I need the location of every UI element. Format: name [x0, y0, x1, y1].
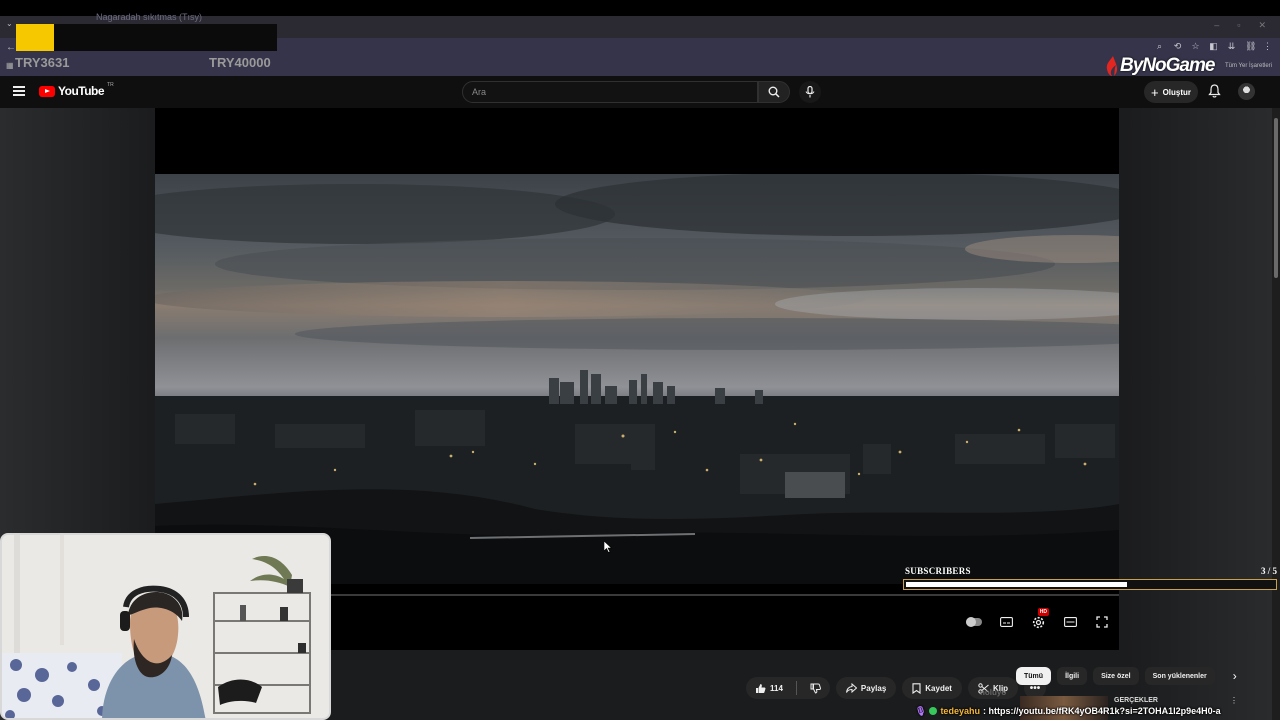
- gear-icon: [1032, 616, 1044, 628]
- mic-badge-icon: 🎙: [915, 705, 927, 716]
- cityscape-image: [155, 174, 1119, 584]
- hamburger-menu-icon[interactable]: [13, 86, 25, 96]
- close-window-button[interactable]: ✕: [1258, 20, 1266, 31]
- menu-icon[interactable]: ⋮: [1263, 41, 1272, 52]
- tab-list-chevron-icon[interactable]: ⌄: [6, 19, 13, 28]
- search-icon: [768, 86, 780, 98]
- subscribers-goal-label: SUBSCRIBERS: [905, 566, 971, 576]
- create-button[interactable]: + Oluştur: [1144, 81, 1198, 103]
- donation-alert-box: [16, 24, 54, 51]
- subscribers-goal-widget: SUBSCRIBERS 3 / 5: [903, 566, 1277, 592]
- thumbs-down-icon: [810, 683, 821, 694]
- subscribers-goal-fill: [906, 582, 1127, 587]
- fullscreen-icon: [1096, 616, 1108, 628]
- webcam-scene: [2, 535, 329, 718]
- search-button[interactable]: [758, 81, 790, 103]
- like-count: 114: [770, 683, 783, 693]
- account-avatar[interactable]: [1238, 83, 1255, 100]
- chat-message: 🎙 tedeyahu : https://youtu.be/fRK4yOB4R1…: [915, 704, 1221, 718]
- like-button[interactable]: 114: [746, 677, 792, 699]
- flame-icon: [1106, 56, 1118, 76]
- like-dislike-group: 114: [746, 677, 830, 699]
- translate-icon[interactable]: ⛓: [1245, 41, 1256, 52]
- create-label: Oluştur: [1162, 87, 1192, 97]
- hd-badge: HD: [1037, 608, 1049, 616]
- chat-username: tedeyahu: [940, 706, 980, 716]
- chip-for-you[interactable]: Size özel: [1093, 667, 1139, 685]
- voice-search-button[interactable]: [799, 81, 821, 103]
- share-label: Paylaş: [860, 683, 887, 693]
- subscribers-goal-count: 3 / 5: [1260, 566, 1277, 576]
- faded-chat-text: noluyo: [980, 688, 1007, 697]
- page-scrollbar-thumb[interactable]: [1274, 118, 1278, 278]
- subtitles-icon: [999, 617, 1013, 627]
- sponsor-logo: ByNoGame: [1104, 55, 1215, 77]
- youtube-play-icon: [39, 85, 55, 97]
- search-input[interactable]: Ara: [462, 81, 758, 103]
- chevron-right-icon[interactable]: ›: [1233, 669, 1237, 683]
- autoplay-switch-icon: [966, 617, 982, 627]
- youtube-logo[interactable]: YouTube TR: [39, 82, 114, 98]
- star-icon[interactable]: ☆: [1191, 41, 1200, 52]
- chip-all[interactable]: Tümü: [1016, 667, 1052, 685]
- dislike-button[interactable]: [801, 677, 830, 699]
- back-arrow-icon[interactable]: ←: [6, 42, 16, 53]
- chip-related[interactable]: İlgili: [1057, 667, 1088, 685]
- notifications-bell-icon[interactable]: [1208, 84, 1221, 98]
- like-divider: [795, 681, 797, 695]
- extensions-icon[interactable]: ◧: [1209, 41, 1218, 52]
- chip-recently-uploaded[interactable]: Son yüklenenler: [1144, 667, 1215, 685]
- save-label: Kaydet: [925, 683, 952, 693]
- downloads-icon[interactable]: ⇊: [1227, 41, 1236, 52]
- minimize-button[interactable]: –: [1214, 20, 1219, 31]
- screen: ⌄ Nagaradah sıkıtmas (Tısy) – ▫ ✕ ← ⌕ ⟲ …: [0, 0, 1280, 720]
- apps-grid-icon[interactable]: ▦: [6, 61, 14, 70]
- recommended-video-menu-icon[interactable]: ⋮: [1230, 696, 1238, 705]
- sync-icon[interactable]: ⟲: [1173, 41, 1182, 52]
- theater-mode-button[interactable]: [1061, 614, 1079, 630]
- sponsor-logo-text: ByNoGame: [1120, 55, 1215, 76]
- zoom-icon[interactable]: ⌕: [1155, 41, 1164, 52]
- plus-icon: +: [1150, 84, 1159, 100]
- video-frame-cityscape[interactable]: [155, 174, 1119, 584]
- youtube-header: YouTube TR Ara + Oluştur: [0, 76, 1280, 108]
- bookmarks-bar: [0, 56, 1280, 76]
- bookmark-icon: [912, 682, 921, 694]
- fullscreen-button[interactable]: [1093, 614, 1111, 630]
- share-icon: [845, 683, 857, 693]
- browser-tab-title[interactable]: Nagaradah sıkıtmas (Tısy): [96, 12, 202, 22]
- user-status-dot: [929, 707, 938, 715]
- share-button[interactable]: Paylaş: [835, 677, 897, 699]
- donation-goal-right: TRY40000: [209, 55, 271, 70]
- subscribers-goal-bar: [903, 579, 1277, 590]
- maximize-button[interactable]: ▫: [1237, 20, 1240, 31]
- donation-alert-banner: [54, 24, 277, 51]
- mouse-cursor-icon: [604, 541, 612, 553]
- chat-message-text: : https://youtu.be/fRK4yOB4R1k?si=2TOHA1…: [982, 706, 1221, 716]
- browser-toolbar-icons: ⌕ ⟲ ☆ ◧ ⇊ ⛓ ⋮: [1155, 41, 1272, 52]
- donation-amount-left: TRY3631: [15, 55, 70, 70]
- youtube-wordmark: YouTube: [58, 84, 105, 98]
- recommended-video-title[interactable]: GERÇEKLER: [1114, 697, 1158, 704]
- subtitles-button[interactable]: [997, 614, 1015, 630]
- all-bookmarks-link[interactable]: Tüm Yer İşaretleri: [1225, 63, 1272, 69]
- microphone-icon: [805, 86, 815, 98]
- country-code: TR: [107, 82, 114, 88]
- theater-mode-icon: [1063, 617, 1077, 627]
- window-controls: – ▫ ✕: [1214, 20, 1266, 31]
- recommendation-chips: Tümü İlgili Size özel Son yüklenenler ›: [1016, 667, 1237, 685]
- player-controls: HD: [965, 608, 1111, 630]
- save-button[interactable]: Kaydet: [902, 677, 962, 699]
- thumbs-up-icon: [756, 683, 766, 693]
- autoplay-toggle[interactable]: [965, 614, 983, 630]
- settings-button[interactable]: HD: [1029, 608, 1049, 630]
- streamer-webcam: [0, 533, 331, 720]
